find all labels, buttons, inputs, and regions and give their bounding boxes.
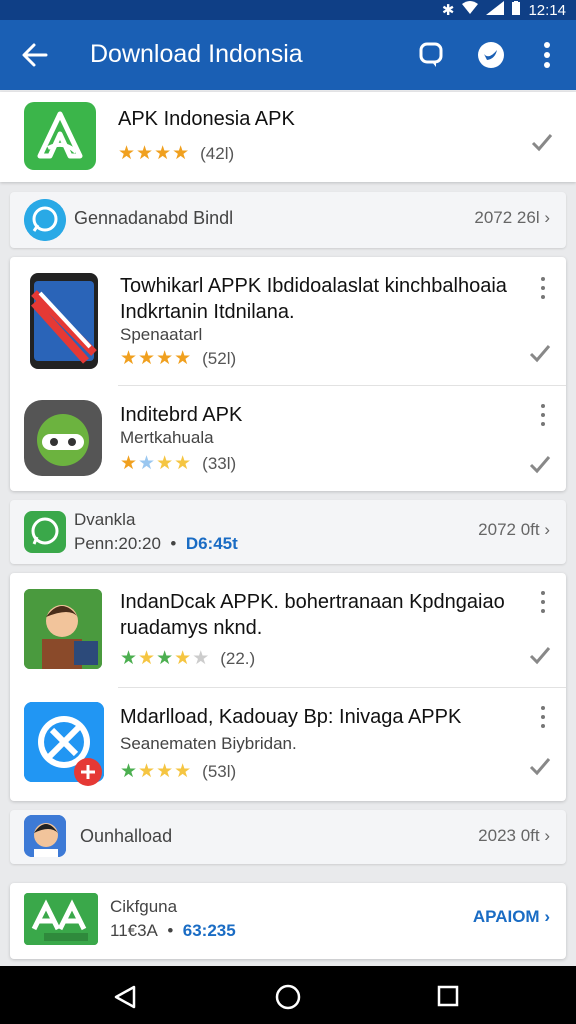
avatar-app-icon [24,589,102,669]
battery-icon [512,1,521,19]
phone-app-icon [30,273,98,369]
bluetooth-icon: ✱ [441,2,455,19]
section-header[interactable]: Dvankla Penn:20:20 • D6:45t 2072 0ft › [10,500,566,564]
app-title: Towhikarl APPK Ibdidoalaslat kinchbalhoa… [120,275,507,323]
app-subtitle: Spenaatarl [120,325,203,344]
list-item[interactable]: Mdarlload, Kadouay Bp: Inivaga APPK Sean… [10,688,566,801]
wifi-icon [462,1,479,19]
clock: 12:14 [528,1,566,19]
rating-stars: ★ ★★★ (53l) [120,761,237,782]
app-title: APK Indonesia APK [118,108,295,130]
rating-count: (52l) [202,348,237,368]
check-icon[interactable] [528,452,552,476]
section-meta: Penn:20:20 • D6:45t [74,534,238,553]
rating-stars: ★★★★ (52l) [120,348,237,369]
section-label: Gennadanabd Bindl [74,208,234,228]
app-promo-card[interactable]: Cikfguna 11€3A • 63:235 APAIOM › [10,883,566,959]
bird-icon[interactable] [474,38,508,72]
rating-count: (42l) [200,143,235,163]
featured-app-card[interactable]: APK Indonesia APK ★★★★ (42l) [0,92,576,182]
app-list-card: Towhikarl APPK Ibdidoalaslat kinchbalhoa… [10,257,566,491]
back-nav-icon[interactable] [112,984,138,1015]
status-bar: ✱ 12:14 [0,0,576,20]
section-date[interactable]: 2023 0ft › [478,826,550,846]
app-bar: Download Indonsia [0,20,576,90]
overflow-menu-icon[interactable] [530,38,564,72]
app-list-card: IndanDcak APPK. bohertranaan Kpdngaiao r… [10,573,566,801]
check-icon[interactable] [528,341,552,365]
section-header[interactable]: Ounhalload 2023 0ft › [10,810,566,864]
apk-indonesia-app-icon [24,102,96,170]
list-item[interactable]: Towhikarl APPK Ibdidoalaslat kinchbalhoa… [10,257,566,385]
rating-stars: ★★★★ (42l) [118,143,235,164]
section-date[interactable]: 2072 26l › [474,208,550,228]
android-app-icon [24,400,102,476]
rating-count: (33l) [202,453,237,473]
aa-app-icon [24,893,98,945]
section-label: Ounhalload [80,826,173,846]
app-subtitle: Seanematen Biybridan. [120,734,297,753]
rating-stars: ★ ★ ★★ (33l) [120,453,237,474]
more-options-icon[interactable] [534,277,552,299]
chat-icon[interactable] [414,38,448,72]
page-title: Download Indonsia [90,40,303,68]
app-title: Mdarlload, Kadouay Bp: Inivaga APPK [120,706,462,728]
rating-count: (22.) [220,648,256,668]
whatsapp-icon [24,511,66,553]
app-title: Cikfguna [110,897,178,916]
check-icon[interactable] [528,643,552,667]
home-nav-icon[interactable] [274,983,302,1016]
more-options-icon[interactable] [534,706,552,728]
rating-count: (53l) [202,761,237,781]
navigation-bar [0,966,576,1024]
back-arrow-icon[interactable] [18,38,52,72]
open-link[interactable]: APAIOM › [473,907,550,927]
more-options-icon[interactable] [534,591,552,613]
list-item[interactable]: Inditebrd APK Mertkahuala ★ ★ ★★ (33l) [10,386,566,491]
list-item[interactable]: IndanDcak APPK. bohertranaan Kpdngaiao r… [10,573,566,687]
section-header[interactable]: Gennadanabd Bindl 2072 26l › [10,192,566,248]
download-app-icon [24,702,104,786]
app-subtitle: Mertkahuala [120,428,214,447]
section-date[interactable]: 2072 0ft › [478,520,550,540]
more-options-icon[interactable] [534,404,552,426]
app-title: Inditebrd APK [120,404,243,426]
rating-stars: ★ ★ ★ ★ ★ (22.) [120,648,256,669]
person-avatar-icon [24,815,66,857]
check-icon[interactable] [528,754,552,778]
check-icon[interactable] [530,130,554,154]
chat-bubble-icon [24,199,66,241]
app-meta: 11€3A • 63:235 [110,921,236,940]
recents-nav-icon[interactable] [436,984,460,1013]
signal-icon [486,1,505,19]
app-title: IndanDcak APPK. bohertranaan Kpdngaiao r… [120,591,505,639]
section-title: Dvankla [74,510,136,529]
